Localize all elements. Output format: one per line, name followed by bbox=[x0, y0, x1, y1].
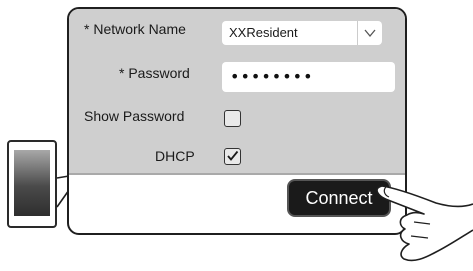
pointing-hand-icon bbox=[376, 185, 473, 262]
